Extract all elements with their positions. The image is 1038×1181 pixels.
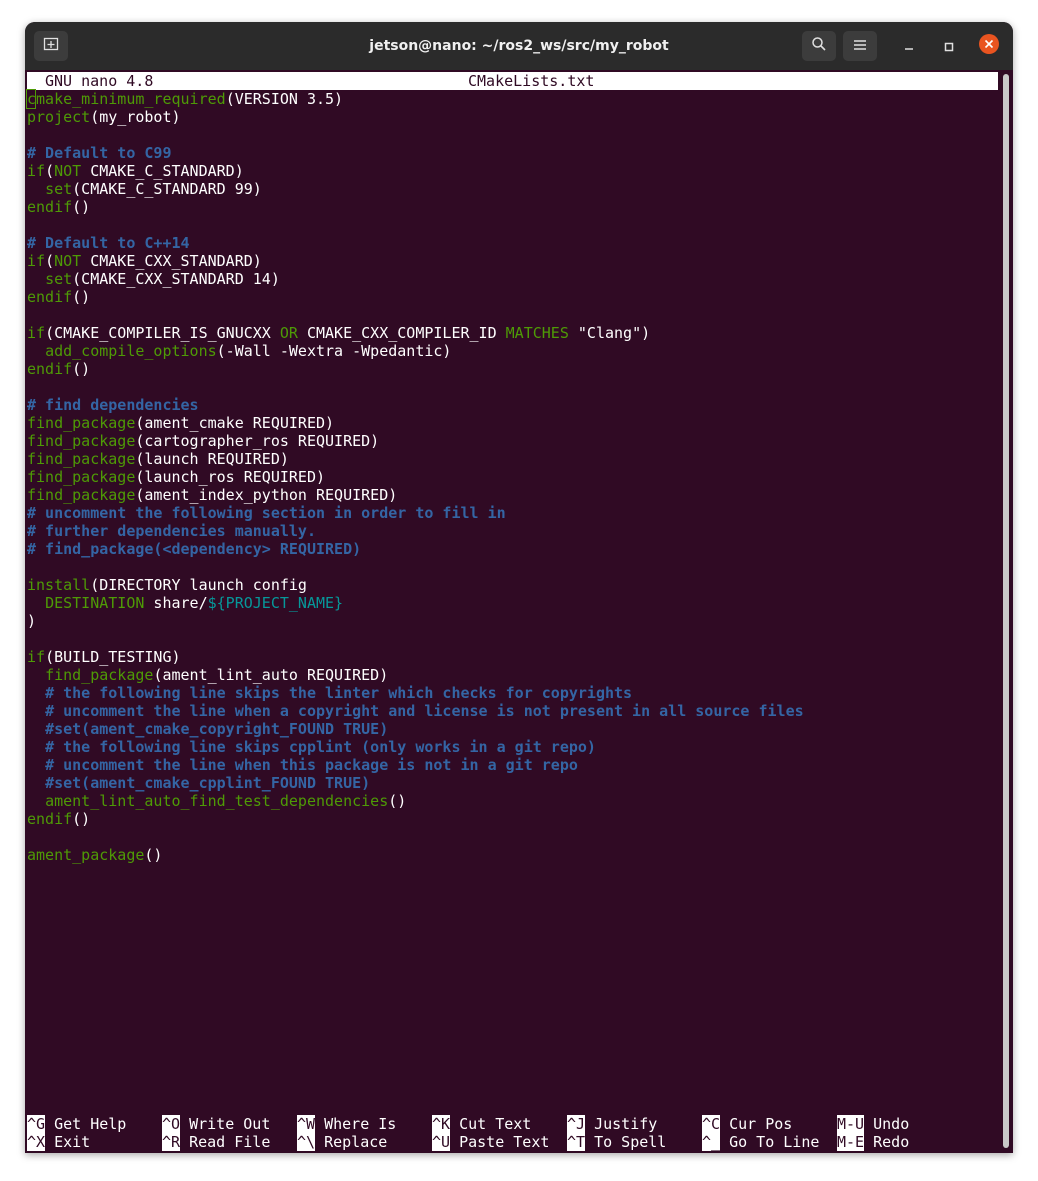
code-line: find_package(ament_index_python REQUIRED… [27,486,398,504]
code-line: endif() [27,810,91,828]
title-bar: jetson@nano: ~/ros2_ws/src/my_robot [25,22,1013,70]
code-line: # the following line skips cpplint (only… [45,738,596,756]
code-line: ament_lint_auto_find_test_dependencies() [45,792,407,810]
shortcut-replace[interactable]: ^\ Replace [297,1133,387,1151]
maximize-button[interactable] [937,34,961,58]
text-cursor [26,89,36,109]
code-line: endif() [27,288,91,306]
code-line: # find dependencies [27,396,199,414]
code-line: install(DIRECTORY launch config [27,576,307,594]
code-line: find_package(launch REQUIRED) [27,450,289,468]
code-line: ament_package() [27,846,163,864]
code-line: find_package(ament_lint_auto REQUIRED) [45,666,389,684]
minimize-button[interactable] [897,34,921,58]
code-line: # find_package(<dependency> REQUIRED) [27,540,362,558]
code-line: # Default to C99 [27,144,172,162]
shortcut-justify[interactable]: ^J Justify [567,1115,657,1133]
code-line: # further dependencies manually. [27,522,316,540]
terminal-content[interactable]: GNU nano 4.8 CMakeLists.txt cmake_minimum… [25,70,1000,1153]
code-line: if(NOT CMAKE_C_STANDARD) [27,162,244,180]
code-line: if(CMAKE_COMPILER_IS_GNUCXX OR CMAKE_CXX… [27,324,651,342]
nano-version: GNU nano 4.8 [45,72,154,90]
shortcut-to-spell[interactable]: ^T To Spell [567,1133,666,1151]
shortcut-write-out[interactable]: ^O Write Out [162,1115,270,1133]
search-icon [811,36,827,56]
code-line: cmake_minimum_required(VERSION 3.5) [27,90,344,108]
menu-button[interactable] [843,31,877,61]
code-line: ) [27,612,37,630]
code-line: find_package(ament_cmake REQUIRED) [27,414,335,432]
hamburger-menu-icon [853,37,867,56]
code-line: find_package(cartographer_ros REQUIRED) [27,432,380,450]
code-line: project(my_robot) [27,108,181,126]
code-line: endif() [27,360,91,378]
shortcut-exit[interactable]: ^X Exit [27,1133,90,1151]
shortcut-cut-text[interactable]: ^K Cut Text [432,1115,531,1133]
shortcut-where-is[interactable]: ^W Where Is [297,1115,396,1133]
shortcut-go-to-line[interactable]: ^_ Go To Line [702,1133,819,1151]
shortcut-get-help[interactable]: ^G Get Help [27,1115,126,1133]
code-line: # uncomment the line when a copyright an… [45,702,804,720]
code-line: DESTINATION share/${PROJECT_NAME} [45,594,344,612]
search-button[interactable] [802,31,836,61]
terminal-window: jetson@nano: ~/ros2_ws/src/my_robot GNU … [25,22,1013,1153]
shortcut-undo[interactable]: M-U Undo [837,1115,909,1133]
shortcut-read-file[interactable]: ^R Read File [162,1133,270,1151]
code-line: endif() [27,198,91,216]
maximize-icon [944,37,954,56]
code-line: find_package(launch_ros REQUIRED) [27,468,326,486]
code-line: set(CMAKE_CXX_STANDARD 14) [45,270,280,288]
code-line: set(CMAKE_C_STANDARD 99) [45,180,262,198]
code-line: # the following line skips the linter wh… [45,684,633,702]
code-line: #set(ament_cmake_cpplint_FOUND TRUE) [45,774,371,792]
minimize-icon [904,37,914,56]
code-line: # uncomment the line when this package i… [45,756,578,774]
close-icon [978,33,1000,59]
file-name: CMakeLists.txt [468,72,595,90]
shortcut-cur-pos[interactable]: ^C Cur Pos [702,1115,792,1133]
code-line: if(NOT CMAKE_CXX_STANDARD) [27,252,262,270]
scrollbar-thumb[interactable] [1003,74,1009,1148]
close-button[interactable] [977,34,1001,58]
vertical-scrollbar[interactable] [1001,72,1011,1152]
code-line: #set(ament_cmake_copyright_FOUND TRUE) [45,720,389,738]
code-line: # Default to C++14 [27,234,190,252]
code-line: # uncomment the following section in ord… [27,504,506,522]
shortcut-paste-text[interactable]: ^U Paste Text [432,1133,549,1151]
code-line: if(BUILD_TESTING) [27,648,181,666]
shortcut-redo[interactable]: M-E Redo [837,1133,909,1151]
code-line: add_compile_options(-Wall -Wextra -Wpeda… [45,342,452,360]
nano-header: GNU nano 4.8 CMakeLists.txt [27,72,998,90]
